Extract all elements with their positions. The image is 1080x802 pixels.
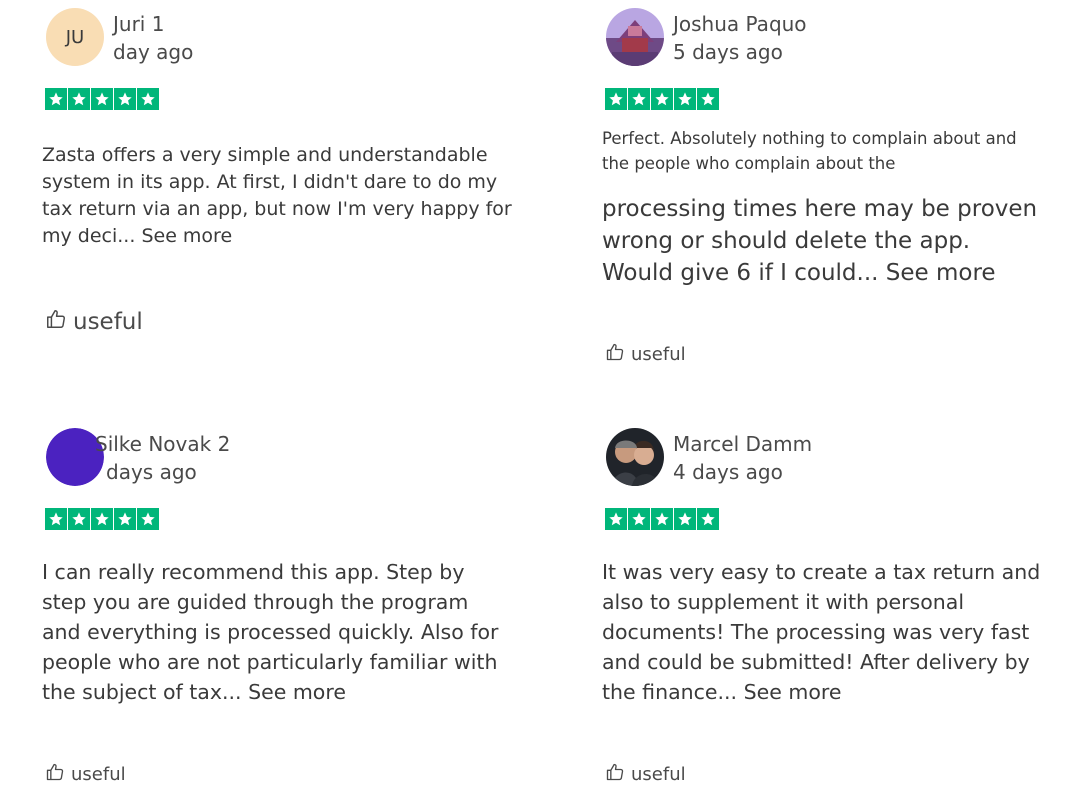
star-icon — [91, 508, 113, 530]
review-text: I can really recommend this app. Step by… — [42, 557, 502, 707]
star-icon — [674, 508, 696, 530]
author-name[interactable]: Juri 1 — [113, 10, 164, 38]
star-icon — [114, 88, 136, 110]
star-icon — [605, 508, 627, 530]
author-name[interactable]: Marcel Damm — [673, 430, 812, 458]
star-icon — [651, 508, 673, 530]
see-more-link[interactable]: See more — [744, 680, 842, 704]
star-icon — [68, 88, 90, 110]
avatar-initials: JU — [65, 26, 85, 48]
review-text: processing times here may be proven wron… — [602, 193, 1042, 289]
see-more-link[interactable]: See more — [886, 260, 996, 286]
useful-button[interactable]: useful — [605, 762, 686, 787]
useful-label: useful — [71, 764, 126, 785]
review-lead-text: Perfect. Absolutely nothing to complain … — [602, 129, 1017, 173]
avatar[interactable] — [606, 8, 664, 66]
see-more-link[interactable]: See more — [248, 680, 346, 704]
star-rating — [45, 508, 159, 530]
star-icon — [137, 88, 159, 110]
star-icon — [114, 508, 136, 530]
author-name[interactable]: Silke Novak 2 — [95, 430, 230, 458]
star-icon — [68, 508, 90, 530]
avatar-photo — [606, 8, 664, 66]
useful-label: useful — [631, 344, 686, 365]
useful-label: useful — [631, 764, 686, 785]
star-rating — [605, 508, 719, 530]
author-name[interactable]: Joshua Paquo — [673, 10, 807, 38]
star-icon — [697, 88, 719, 110]
star-icon — [628, 508, 650, 530]
review-text: It was very easy to create a tax return … — [602, 557, 1062, 707]
thumbs-up-icon — [45, 308, 67, 336]
star-icon — [628, 88, 650, 110]
useful-button[interactable]: useful — [605, 342, 686, 367]
review-date: 5 days ago — [673, 40, 783, 64]
review-date: day ago — [113, 40, 194, 64]
thumbs-up-icon — [605, 762, 625, 787]
avatar[interactable] — [606, 428, 664, 486]
review-body: Zasta offers a very simple and understan… — [42, 144, 512, 247]
avatar[interactable]: JU — [46, 8, 104, 66]
avatar-photo — [606, 428, 664, 486]
star-icon — [45, 88, 67, 110]
review-date: 4 days ago — [673, 460, 783, 484]
star-icon — [651, 88, 673, 110]
thumbs-up-icon — [45, 762, 65, 787]
star-icon — [91, 88, 113, 110]
useful-label: useful — [73, 309, 143, 335]
useful-button[interactable]: useful — [45, 308, 143, 336]
useful-button[interactable]: useful — [45, 762, 126, 787]
star-icon — [45, 508, 67, 530]
review-date: days ago — [106, 460, 197, 484]
star-icon — [137, 508, 159, 530]
thumbs-up-icon — [605, 342, 625, 367]
star-icon — [605, 88, 627, 110]
see-more-link[interactable]: See more — [141, 225, 232, 247]
star-rating — [605, 88, 719, 110]
star-icon — [697, 508, 719, 530]
star-rating — [45, 88, 159, 110]
review-text: Zasta offers a very simple and understan… — [42, 142, 512, 250]
star-icon — [674, 88, 696, 110]
